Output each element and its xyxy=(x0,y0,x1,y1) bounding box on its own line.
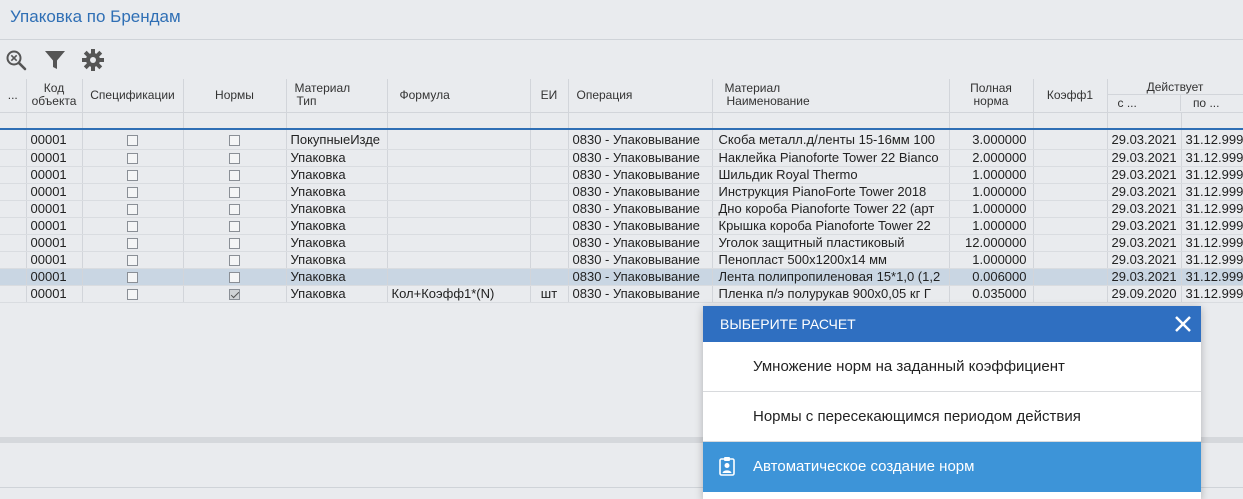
table-row[interactable]: 00001 Упаковка 0830 - Упаковывание Шильдик … xyxy=(0,166,1243,184)
option-auto-create-norms[interactable]: Автоматическое создание норм xyxy=(703,442,1201,492)
col-norms[interactable]: Нормы xyxy=(183,79,287,112)
filter-icon[interactable] xyxy=(43,48,67,72)
spec-checkbox[interactable] xyxy=(127,237,138,249)
spec-checkbox[interactable] xyxy=(127,288,138,300)
col-coef1[interactable]: Коэфф1 xyxy=(1033,79,1108,112)
option-multiply-norms[interactable]: Умножение норм на заданный коэффициент xyxy=(703,342,1201,392)
spec-checkbox[interactable] xyxy=(127,203,138,215)
valid-header: Действует xyxy=(1107,79,1242,96)
table-row[interactable]: 00001 ПокупныеИзде 0830 - Упаковывание Скоб… xyxy=(0,132,1243,150)
norm-checkbox[interactable] xyxy=(229,135,240,147)
col-valid-group: Действует с ... по ... xyxy=(1107,79,1243,112)
spec-checkbox[interactable] xyxy=(127,186,138,198)
table-row[interactable]: 00001 Упаковка 0830 - Упаковывание Уголок з… xyxy=(0,234,1243,252)
norm-checkbox[interactable] xyxy=(229,271,240,283)
close-icon[interactable] xyxy=(1173,314,1193,334)
filter-row[interactable] xyxy=(0,111,1243,130)
table-row-selected[interactable]: 00001 Упаковка 0830 - Упаковывание Лента по… xyxy=(0,268,1243,286)
gear-icon[interactable] xyxy=(81,48,105,72)
norm-checkbox[interactable] xyxy=(229,254,240,266)
norm-checkbox[interactable] xyxy=(229,220,240,232)
title-bar: Упаковка по Брендам xyxy=(0,0,1243,40)
norm-checkbox[interactable] xyxy=(229,203,240,215)
table-row[interactable]: 00001 Упаковка 0830 - Упаковывание Инструкц… xyxy=(0,183,1243,201)
zoom-icon[interactable] xyxy=(4,48,28,72)
norm-checkbox-checked[interactable] xyxy=(229,288,240,300)
clipboard-user-icon xyxy=(717,456,737,476)
table-row[interactable]: 00001 Упаковка 0830 - Упаковывание Пеноплас… xyxy=(0,251,1243,269)
col-unit[interactable]: ЕИ xyxy=(530,79,569,112)
spec-checkbox[interactable] xyxy=(127,135,138,147)
option-overlapping-norms[interactable]: Нормы с пересекающимся периодом действия xyxy=(703,392,1201,442)
norm-checkbox[interactable] xyxy=(229,186,240,198)
dialog-header: ВЫБЕРИТЕ РАСЧЕТ xyxy=(703,306,1201,342)
table-row[interactable]: 00001 Упаковка Кол+Коэфф1*(N) шт 0830 - Упак… xyxy=(0,285,1243,303)
spec-checkbox[interactable] xyxy=(127,220,138,232)
col-object-code[interactable]: Код объекта xyxy=(26,79,83,112)
calculation-dialog: ВЫБЕРИТЕ РАСЧЕТ Умножение норм на заданн… xyxy=(703,306,1201,499)
col-formula[interactable]: Формула xyxy=(387,79,531,112)
col-full-norm[interactable]: Полная норма xyxy=(949,79,1034,112)
norm-checkbox[interactable] xyxy=(229,169,240,181)
norm-checkbox[interactable] xyxy=(229,152,240,164)
table-row[interactable]: 00001 Упаковка 0830 - Упаковывание Дно коро… xyxy=(0,200,1243,218)
col-specifications[interactable]: Спецификации xyxy=(82,79,184,112)
norms-grid: ... Код объекта Спецификации Нормы Матери… xyxy=(0,79,1243,303)
dialog-title: ВЫБЕРИТЕ РАСЧЕТ xyxy=(720,316,856,332)
spec-checkbox[interactable] xyxy=(127,254,138,266)
col-valid-to[interactable]: по ... xyxy=(1181,95,1242,111)
toolbar xyxy=(0,41,1243,79)
col-material-name[interactable]: Материал Наименование xyxy=(712,79,950,112)
spec-checkbox[interactable] xyxy=(127,152,138,164)
page-title: Упаковка по Брендам xyxy=(10,7,181,26)
table-row[interactable]: 00001 Упаковка 0830 - Упаковывание Наклейка… xyxy=(0,149,1243,167)
col-material-type[interactable]: Материал Тип xyxy=(286,79,388,112)
spec-checkbox[interactable] xyxy=(127,169,138,181)
col-more[interactable]: ... xyxy=(0,79,27,112)
spec-checkbox[interactable] xyxy=(127,271,138,283)
norm-checkbox[interactable] xyxy=(229,237,240,249)
col-valid-from[interactable]: с ... xyxy=(1108,95,1181,112)
table-row[interactable]: 00001 Упаковка 0830 - Упаковывание Крышка к… xyxy=(0,217,1243,235)
col-operation[interactable]: Операция xyxy=(568,79,713,112)
